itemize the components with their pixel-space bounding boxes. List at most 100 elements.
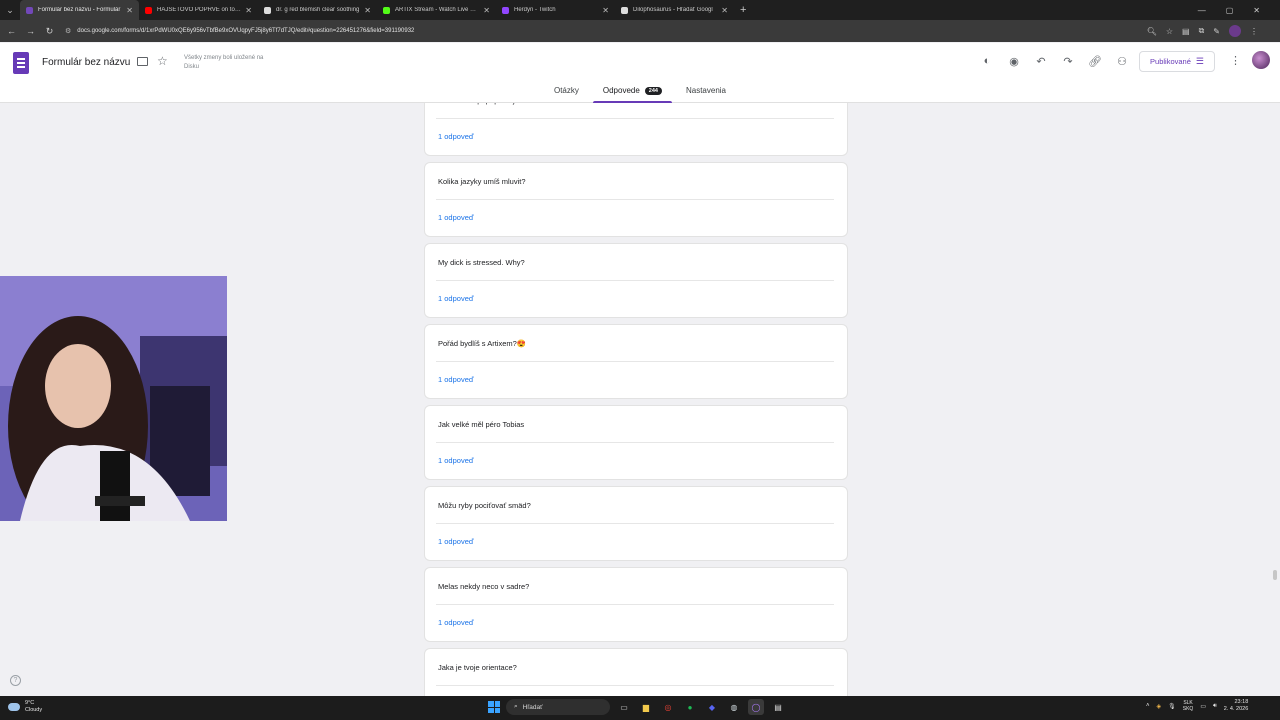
clock[interactable]: 23:18 2. 4. 2026 — [1224, 699, 1248, 713]
link-icon[interactable]: 🔗︎ — [1088, 55, 1102, 68]
form-tabs: Otázky Odpovede 244 Nastavenia — [0, 82, 1280, 103]
forms-header: Formulár bez názvu ☆ Všetky zmeny boli u… — [0, 43, 1280, 103]
tab-questions[interactable]: Otázky — [542, 82, 591, 103]
language-indicator[interactable]: SLK SKQ — [1183, 700, 1194, 712]
browser-tab[interactable]: dr. g red blemish clear soothing ✕ — [258, 0, 377, 20]
browser-tab[interactable]: HAJSETOVO POPRVÉ on to fak ✕ — [139, 0, 258, 20]
response-count-link[interactable]: 1 odpoveď — [438, 537, 473, 546]
question-card: Melas nekdy neco v sadre? 1 odpoveď — [424, 567, 848, 642]
url-field[interactable]: ⚙ docs.google.com/forms/d/1xrPdWU0xQE6y9… — [65, 23, 1147, 39]
publish-button[interactable]: Publikované ☰ — [1139, 51, 1215, 72]
spotify-icon[interactable]: ● — [682, 699, 698, 715]
question-card: Pořád bydlíš s Artixem?😍 1 odpoveď — [424, 324, 848, 399]
more-options-icon[interactable]: ⋮ — [1230, 54, 1241, 67]
question-card: Jaka je tvoje orientace? — [424, 648, 848, 696]
tray-chevron-icon[interactable]: ˄ — [1146, 703, 1150, 709]
browser-tab[interactable]: Herdyn - Twitch ✕ — [496, 0, 615, 20]
undo-icon[interactable]: ↶ — [1034, 55, 1048, 68]
response-count-link[interactable]: 1 odpoveď — [438, 456, 473, 465]
edit-icon[interactable]: ✎ — [1213, 27, 1220, 36]
site-info-icon[interactable]: ⚙ — [65, 27, 71, 35]
weather-widget[interactable]: 9°C Cloudy — [8, 700, 42, 714]
tab-title: HAJSETOVO POPRVÉ on to fak — [157, 7, 242, 13]
avatar[interactable] — [1252, 51, 1270, 69]
question-title: Jak velké měl péro Tobias — [438, 420, 525, 429]
new-tab-plus-icon[interactable]: + — [740, 4, 746, 16]
response-count-link[interactable]: 1 odpoveď — [438, 375, 473, 384]
tab-responses[interactable]: Odpovede 244 — [591, 82, 674, 103]
restore-icon[interactable]: ▢ — [1226, 6, 1234, 15]
file-explorer-icon[interactable]: ▆ — [638, 699, 654, 715]
divider — [436, 118, 834, 119]
obs-icon[interactable]: ◯ — [748, 699, 764, 715]
palette-icon[interactable]: ◐ — [980, 55, 994, 68]
response-count-link[interactable]: 1 odpoveď — [438, 213, 473, 222]
response-count-link[interactable]: 1 odpoveď — [438, 618, 473, 627]
network-icon[interactable]: ▭ — [1200, 703, 1206, 710]
question-title: Môžu ryby pociťovať smäd? — [438, 501, 531, 510]
minimize-icon[interactable]: — — [1198, 6, 1206, 15]
tab-close-icon[interactable]: ✕ — [602, 6, 609, 15]
chrome-icon[interactable]: ◎ — [660, 699, 676, 715]
url-text: docs.google.com/forms/d/1xrPdWU0xQE6y956… — [77, 28, 415, 34]
question-card: Môžu ryby pociťovať smäd? 1 odpoveď — [424, 486, 848, 561]
tab-close-icon[interactable]: ✕ — [483, 6, 490, 15]
tab-favicon-icon — [621, 6, 628, 14]
weather-temp: 9°C — [25, 700, 35, 706]
tab-search-chevron-icon[interactable]: ⌄ — [0, 0, 20, 20]
browser-tab[interactable]: Formulár bez názvu - Formulár ✕ — [20, 0, 139, 20]
preview-eye-icon[interactable]: ◉ — [1007, 55, 1021, 68]
volume-icon[interactable]: 🔊︎ — [1213, 703, 1217, 710]
response-count-link[interactable]: 1 odpoveď — [438, 294, 473, 303]
discord-icon[interactable]: ◆ — [704, 699, 720, 715]
divider — [436, 442, 834, 443]
tab-close-icon[interactable]: ✕ — [721, 6, 728, 15]
reading-mode-icon[interactable]: ▤ — [1182, 27, 1190, 36]
tab-close-icon[interactable]: ✕ — [364, 6, 371, 15]
close-window-icon[interactable]: ✕ — [1253, 6, 1260, 15]
tab-title: Herdyn - Twitch — [514, 7, 556, 13]
divider — [436, 361, 834, 362]
forward-arrow-icon[interactable]: → — [21, 26, 40, 36]
response-count-link[interactable]: 1 odpoveď — [438, 132, 473, 141]
windows-start-icon[interactable] — [488, 701, 500, 713]
help-icon[interactable]: ? — [10, 675, 21, 686]
os-taskbar: 9°C Cloudy ⌕ Hľadať ▭ ▆ ◎ ● ◆ ◍ ◯ ▤ ˄ ◈ … — [0, 696, 1280, 720]
keyboard-layout: SKQ — [1182, 706, 1194, 712]
notepad-icon[interactable]: ▤ — [770, 699, 786, 715]
microphone-icon[interactable]: 🎙︎ — [1168, 703, 1176, 710]
forms-logo-icon[interactable] — [13, 52, 29, 74]
back-arrow-icon[interactable]: ← — [2, 26, 21, 36]
reload-icon[interactable]: ↻ — [40, 26, 59, 37]
webcam-overlay — [0, 276, 227, 521]
form-title[interactable]: Formulár bez názvu — [42, 57, 130, 68]
question-title: Máš auto a popřípadě jaké. — [438, 103, 529, 105]
extensions-icon[interactable]: ⧉ — [1199, 26, 1205, 36]
move-folder-icon[interactable] — [137, 57, 148, 66]
profile-avatar-icon[interactable] — [1229, 25, 1241, 37]
question-card: Jak velké měl péro Tobias 1 odpoveď — [424, 405, 848, 480]
tab-close-icon[interactable]: ✕ — [245, 6, 252, 15]
question-card: My dick is stressed. Why? 1 odpoveď — [424, 243, 848, 318]
bookmark-star-icon[interactable]: ☆ — [1166, 27, 1173, 36]
zoom-icon[interactable]: 🔍︎ — [1147, 27, 1157, 36]
add-collaborator-icon[interactable]: ⚇ — [1115, 55, 1129, 68]
window-controls: — ▢ ✕ — [1198, 6, 1280, 15]
tab-close-icon[interactable]: ✕ — [126, 6, 133, 15]
tab-title: Dilophosaurus - Hľadať Googl — [633, 7, 713, 13]
browser-tab[interactable]: ARTIX Stream - Watch Live on K ✕ — [377, 0, 496, 20]
redo-icon[interactable]: ↷ — [1061, 55, 1075, 68]
steam-icon[interactable]: ◍ — [726, 699, 742, 715]
tab-title: ARTIX Stream - Watch Live on K — [395, 7, 480, 13]
star-icon[interactable]: ☆ — [157, 54, 168, 68]
taskbar-search[interactable]: ⌕ Hľadať — [506, 699, 610, 715]
browser-tab[interactable]: Dilophosaurus - Hľadať Googl ✕ — [615, 0, 734, 20]
tab-label: Otázky — [553, 86, 579, 95]
tab-settings[interactable]: Nastavenia — [674, 82, 738, 103]
task-view-icon[interactable]: ▭ — [616, 699, 632, 715]
browser-menu-icon[interactable]: ⋮ — [1250, 27, 1258, 36]
tray-app-icon[interactable]: ◈ — [1157, 703, 1162, 710]
scrollbar-thumb[interactable] — [1273, 570, 1277, 580]
divider — [436, 604, 834, 605]
clock-date: 2. 4. 2026 — [1223, 706, 1249, 712]
